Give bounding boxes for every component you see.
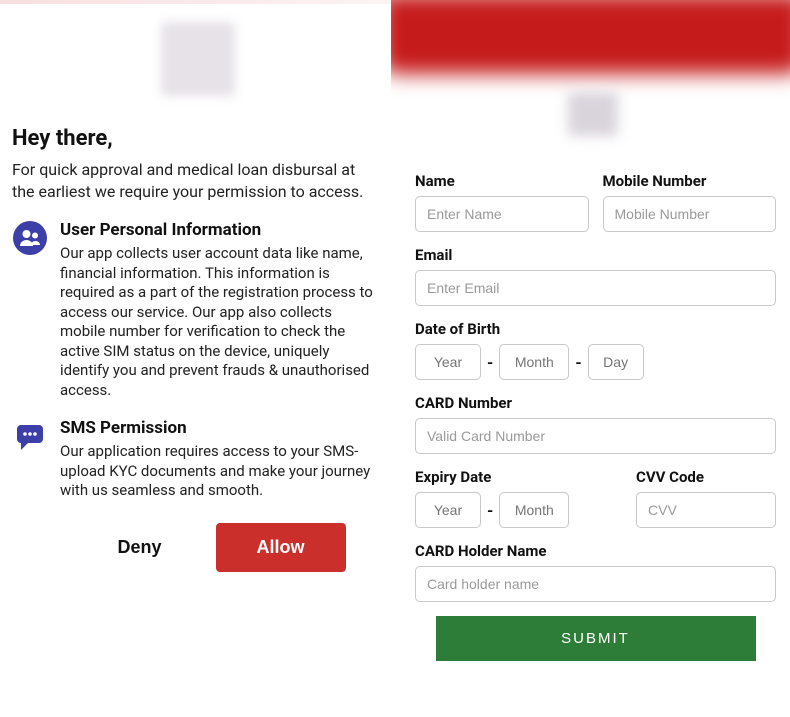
name-group: Name xyxy=(415,172,589,232)
users-icon xyxy=(12,220,48,256)
mobile-label: Mobile Number xyxy=(603,172,777,190)
top-accent-line xyxy=(0,0,395,4)
dob-sep-2: - xyxy=(575,353,581,372)
expiry-year-input[interactable] xyxy=(415,492,481,528)
email-label: Email xyxy=(415,246,776,264)
deny-button[interactable]: Deny xyxy=(99,523,179,572)
expiry-sep: - xyxy=(487,501,493,520)
expiry-label: Expiry Date xyxy=(415,468,622,486)
dob-day-input[interactable] xyxy=(588,344,644,380)
allow-button[interactable]: Allow xyxy=(216,523,346,572)
dob-group: Date of Birth - - xyxy=(415,320,776,380)
dob-month-input[interactable] xyxy=(499,344,569,380)
app-logo-blurred xyxy=(161,22,235,96)
holder-input[interactable] xyxy=(415,566,776,602)
card-number-input[interactable] xyxy=(415,418,776,454)
greeting-heading: Hey there, xyxy=(12,126,383,151)
red-banner-blur xyxy=(391,0,790,74)
personal-info-title: User Personal Information xyxy=(60,220,379,240)
name-label: Name xyxy=(415,172,589,190)
app-logo-wrap xyxy=(12,0,383,126)
mobile-group: Mobile Number xyxy=(603,172,777,232)
expiry-month-input[interactable] xyxy=(499,492,569,528)
mobile-input[interactable] xyxy=(603,196,777,232)
cvv-label: CVV Code xyxy=(636,468,776,486)
email-group: Email xyxy=(415,246,776,306)
header-banner xyxy=(391,0,790,150)
sms-icon xyxy=(12,418,48,454)
card-number-label: CARD Number xyxy=(415,394,776,412)
intro-text: For quick approval and medical loan disb… xyxy=(12,159,383,202)
holder-label: CARD Holder Name xyxy=(415,542,776,560)
sms-title: SMS Permission xyxy=(60,418,379,438)
banner-logo-blurred xyxy=(568,92,618,136)
dob-sep-1: - xyxy=(487,353,493,372)
name-input[interactable] xyxy=(415,196,589,232)
card-number-group: CARD Number xyxy=(415,394,776,454)
permission-buttons: Deny Allow xyxy=(12,523,383,572)
sms-section: SMS Permission Our application requires … xyxy=(12,418,383,501)
expiry-group: Expiry Date - xyxy=(415,468,622,528)
submit-button[interactable]: SUBMIT xyxy=(436,616,756,661)
dob-year-input[interactable] xyxy=(415,344,481,380)
dob-label: Date of Birth xyxy=(415,320,776,338)
card-form-panel: Name Mobile Number Email Date of Birth -… xyxy=(395,0,790,717)
personal-info-text: Our app collects user account data like … xyxy=(60,244,379,400)
personal-info-section: User Personal Information Our app collec… xyxy=(12,220,383,400)
cvv-group: CVV Code xyxy=(636,468,776,528)
permissions-panel: Hey there, For quick approval and medica… xyxy=(0,0,395,717)
holder-group: CARD Holder Name xyxy=(415,542,776,602)
sms-text: Our application requires access to your … xyxy=(60,442,379,501)
cvv-input[interactable] xyxy=(636,492,776,528)
email-input[interactable] xyxy=(415,270,776,306)
